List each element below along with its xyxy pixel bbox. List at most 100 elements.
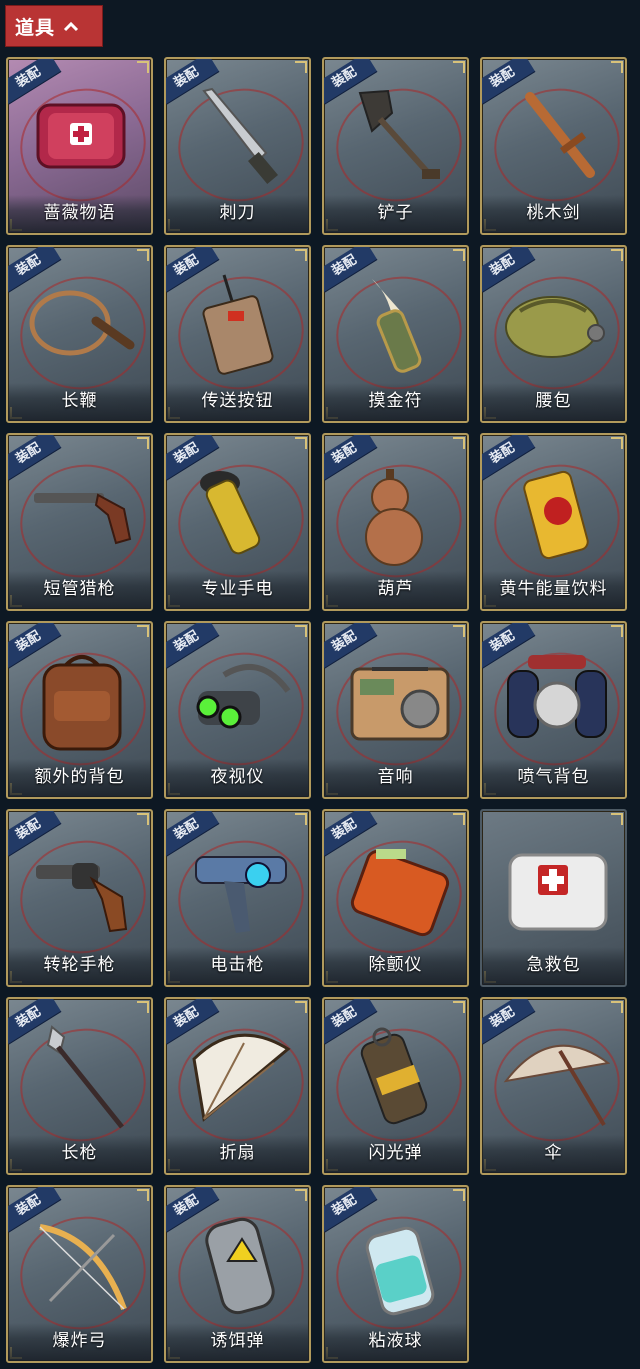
frame-corner: [453, 61, 465, 73]
item-card[interactable]: 装配 夜视仪: [164, 621, 311, 799]
category-toggle[interactable]: 道具: [5, 5, 103, 47]
pink-case-icon: [36, 103, 126, 169]
item-card[interactable]: 装配 除颤仪: [322, 809, 469, 987]
item-name: 长鞭: [8, 383, 151, 421]
item-card[interactable]: 装配 铲子: [322, 57, 469, 235]
item-name: 爆炸弓: [8, 1323, 151, 1361]
item-card[interactable]: 装配 爆炸弓: [6, 1185, 153, 1363]
item-card[interactable]: 装配 长鞭: [6, 245, 153, 423]
frame-corner: [611, 1001, 623, 1013]
item-card[interactable]: 装配 蔷薇物语: [6, 57, 153, 235]
item-name: 闪光弹: [324, 1135, 467, 1173]
item-card[interactable]: 装配 刺刀: [164, 57, 311, 235]
remote-button-icon: [202, 274, 274, 375]
slime-jar-icon: [365, 1226, 435, 1316]
item-card[interactable]: 装配 闪光弹: [322, 997, 469, 1175]
item-name: 诱饵弹: [166, 1323, 309, 1361]
revolver-icon: [36, 863, 128, 933]
item-name: 额外的背包: [8, 759, 151, 797]
radio-icon: [350, 667, 450, 741]
frame-corner: [611, 625, 623, 637]
backpack-icon: [42, 655, 122, 751]
frame-corner: [453, 813, 465, 825]
item-name: 除颤仪: [324, 947, 467, 985]
item-name: 急救包: [482, 947, 625, 985]
item-name: 夜视仪: [166, 759, 309, 797]
whip-icon: [29, 290, 135, 356]
item-card[interactable]: 装配 诱饵弹: [164, 1185, 311, 1363]
frame-corner: [137, 437, 149, 449]
night-vision-icon: [196, 664, 291, 729]
item-card[interactable]: 装配 粘液球: [322, 1185, 469, 1363]
item-name: 伞: [482, 1135, 625, 1173]
item-card[interactable]: 装配 黄牛能量饮料: [480, 433, 627, 611]
item-card[interactable]: 装配 长枪: [6, 997, 153, 1175]
item-name: 电击枪: [166, 947, 309, 985]
shovel-icon: [358, 89, 440, 179]
item-name: 折扇: [166, 1135, 309, 1173]
item-card[interactable]: 装配 桃木剑: [480, 57, 627, 235]
item-name: 音响: [324, 759, 467, 797]
item-card[interactable]: 急救包: [480, 809, 627, 987]
item-name: 铲子: [324, 195, 467, 233]
item-card[interactable]: 装配 传送按钮: [164, 245, 311, 423]
item-name: 喷气背包: [482, 759, 625, 797]
umbrella-icon: [503, 1044, 610, 1127]
item-card[interactable]: 装配 音响: [322, 621, 469, 799]
item-name: 专业手电: [166, 571, 309, 609]
item-name: 短管猎枪: [8, 571, 151, 609]
item-card[interactable]: 装配 葫芦: [322, 433, 469, 611]
item-name: 摸金符: [324, 383, 467, 421]
frame-corner: [453, 437, 465, 449]
item-name: 传送按钮: [166, 383, 309, 421]
item-name: 蔷薇物语: [8, 195, 151, 233]
item-card[interactable]: 装配 转轮手枪: [6, 809, 153, 987]
shotgun-icon: [34, 493, 132, 545]
spear-icon: [46, 1025, 124, 1129]
frame-corner: [611, 61, 623, 73]
frame-corner: [137, 249, 149, 261]
item-card[interactable]: 装配 电击枪: [164, 809, 311, 987]
item-name: 转轮手枪: [8, 947, 151, 985]
gourd-icon: [365, 469, 423, 566]
wooden-sword-icon: [525, 92, 595, 178]
item-name: 长枪: [8, 1135, 151, 1173]
energy-can-icon: [523, 470, 589, 560]
item-card[interactable]: 装配 专业手电: [164, 433, 311, 611]
frame-corner: [137, 1189, 149, 1201]
frame-corner: [137, 813, 149, 825]
frame-corner: [611, 437, 623, 449]
item-card[interactable]: 装配 摸金符: [322, 245, 469, 423]
frame-corner: [453, 625, 465, 637]
chevron-up-icon: [63, 21, 79, 32]
item-card[interactable]: 装配 喷气背包: [480, 621, 627, 799]
frame-corner: [295, 1189, 307, 1201]
frame-corner: [453, 1189, 465, 1201]
item-name: 桃木剑: [482, 195, 625, 233]
flashlight-icon: [200, 471, 261, 555]
talisman-icon: [372, 279, 422, 373]
folding-fan-icon: [192, 1033, 291, 1122]
item-card[interactable]: 装配 短管猎枪: [6, 433, 153, 611]
item-name: 刺刀: [166, 195, 309, 233]
taser-gun-icon: [195, 856, 287, 933]
frame-corner: [295, 1001, 307, 1013]
item-card[interactable]: 装配伞: [480, 997, 627, 1175]
item-name: 葫芦: [324, 571, 467, 609]
jetpack-icon: [507, 655, 607, 738]
flashbang-icon: [360, 1027, 428, 1125]
frame-corner: [137, 1001, 149, 1013]
frame-corner: [453, 249, 465, 261]
item-card[interactable]: 装配 腰包: [480, 245, 627, 423]
frame-corner: [295, 625, 307, 637]
frame-corner: [295, 437, 307, 449]
waist-bag-icon: [505, 296, 605, 358]
item-card[interactable]: 装配 折扇: [164, 997, 311, 1175]
item-name: 腰包: [482, 383, 625, 421]
frame-corner: [295, 249, 307, 261]
item-name: 黄牛能量饮料: [482, 571, 625, 609]
frame-corner: [453, 1001, 465, 1013]
category-title: 道具: [15, 16, 56, 39]
item-name: 粘液球: [324, 1323, 467, 1361]
item-card[interactable]: 装配 额外的背包: [6, 621, 153, 799]
